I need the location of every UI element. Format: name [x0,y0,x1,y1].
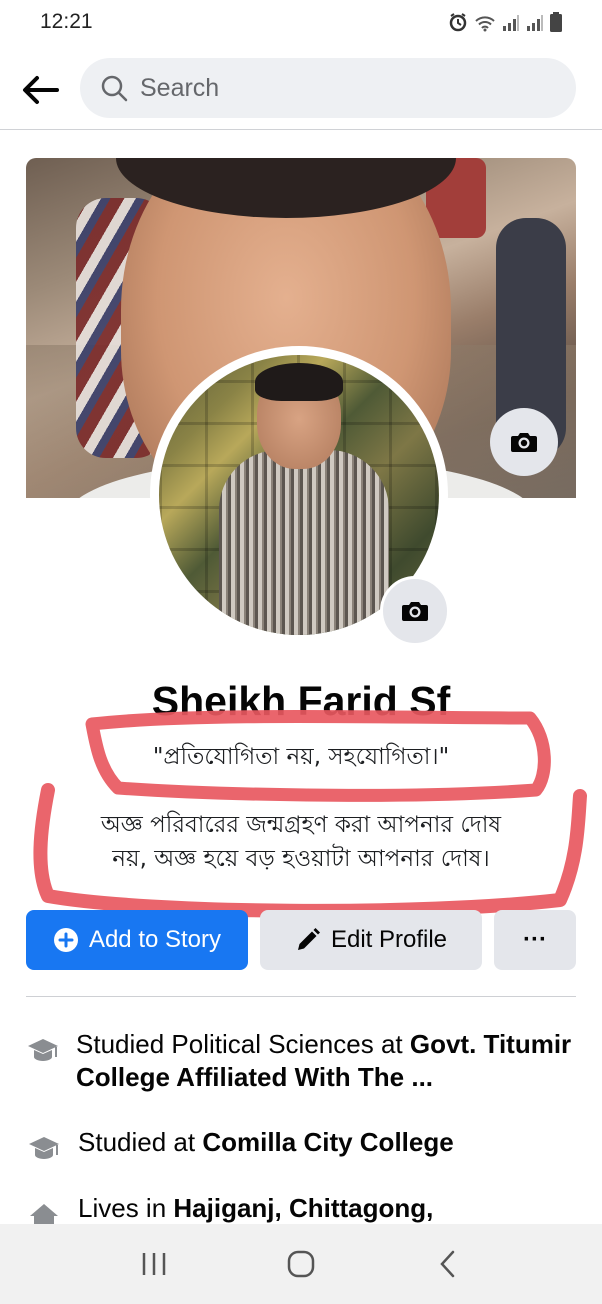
detail-prefix: Lives in [78,1193,174,1223]
back-button[interactable] [18,70,62,110]
edit-profile-button[interactable]: Edit Profile [260,910,482,970]
more-options-button[interactable]: ··· [494,910,576,970]
battery-icon [550,12,562,32]
home-nav-button[interactable] [271,1234,331,1294]
status-icons [448,12,562,32]
back-nav-icon [440,1250,455,1278]
detail-text: Studied Political Sciences at Govt. Titu… [76,1028,576,1094]
camera-icon [511,433,537,452]
search-box[interactable] [80,58,576,118]
divider [26,996,576,997]
add-to-story-button[interactable]: Add to Story [26,910,248,970]
plus-circle-icon [53,927,79,953]
bio-line: অজ্ঞ পরিবারের জন্মগ্রহণ করা আপনার দোষ [100,812,502,838]
edit-profile-label: Edit Profile [330,926,448,953]
edit-cover-photo-button[interactable] [490,408,558,476]
bio-line: নয়, অজ্ঞ হয়ে বড় হওয়াটা আপনার দোষ। [112,846,490,872]
home-button-icon [287,1250,315,1278]
wifi-icon [475,16,495,32]
top-bar [0,52,602,130]
detail-text: Studied at Comilla City College [78,1126,454,1164]
alarm-icon [449,13,467,32]
system-nav-bar [0,1224,602,1304]
profile-name: Sheikh Farid Sf [151,678,451,724]
search-input[interactable] [140,73,540,103]
signal-icon-2 [527,15,543,31]
avatar-hair [255,363,343,401]
detail-highlight[interactable]: Comilla City College [202,1127,453,1157]
recent-apps-button[interactable] [124,1234,184,1294]
back-nav-button[interactable] [418,1234,478,1294]
detail-prefix: Studied Political Sciences at [76,1029,410,1059]
more-options-label: ··· [523,926,547,953]
arrow-left-icon [23,76,59,104]
detail-education-1[interactable]: Studied Political Sciences at Govt. Titu… [26,1028,576,1094]
detail-prefix: Studied at [78,1127,203,1157]
graduation-cap-icon [26,1126,62,1164]
edit-profile-picture-button[interactable] [380,576,450,646]
avatar-body [219,450,389,635]
bio-quote: "প্রতিযোগিতা নয়, সহযোগিতা।" [152,744,450,770]
detail-education-2[interactable]: Studied at Comilla City College [26,1126,576,1164]
recent-apps-icon [142,1253,165,1275]
signal-icon [503,15,519,31]
add-to-story-label: Add to Story [88,926,222,953]
status-bar: 12:21 [0,0,602,46]
search-icon [101,75,128,102]
pencil-icon [295,927,321,953]
graduation-cap-icon [26,1028,60,1094]
detail-highlight[interactable]: Hajiganj, Chittagong, [173,1193,433,1223]
bio-text: অজ্ঞ পরিবারের জন্মগ্রহণ করা আপনার দোষ নয… [60,808,542,876]
camera-icon [402,602,428,621]
status-time: 12:21 [40,10,93,33]
